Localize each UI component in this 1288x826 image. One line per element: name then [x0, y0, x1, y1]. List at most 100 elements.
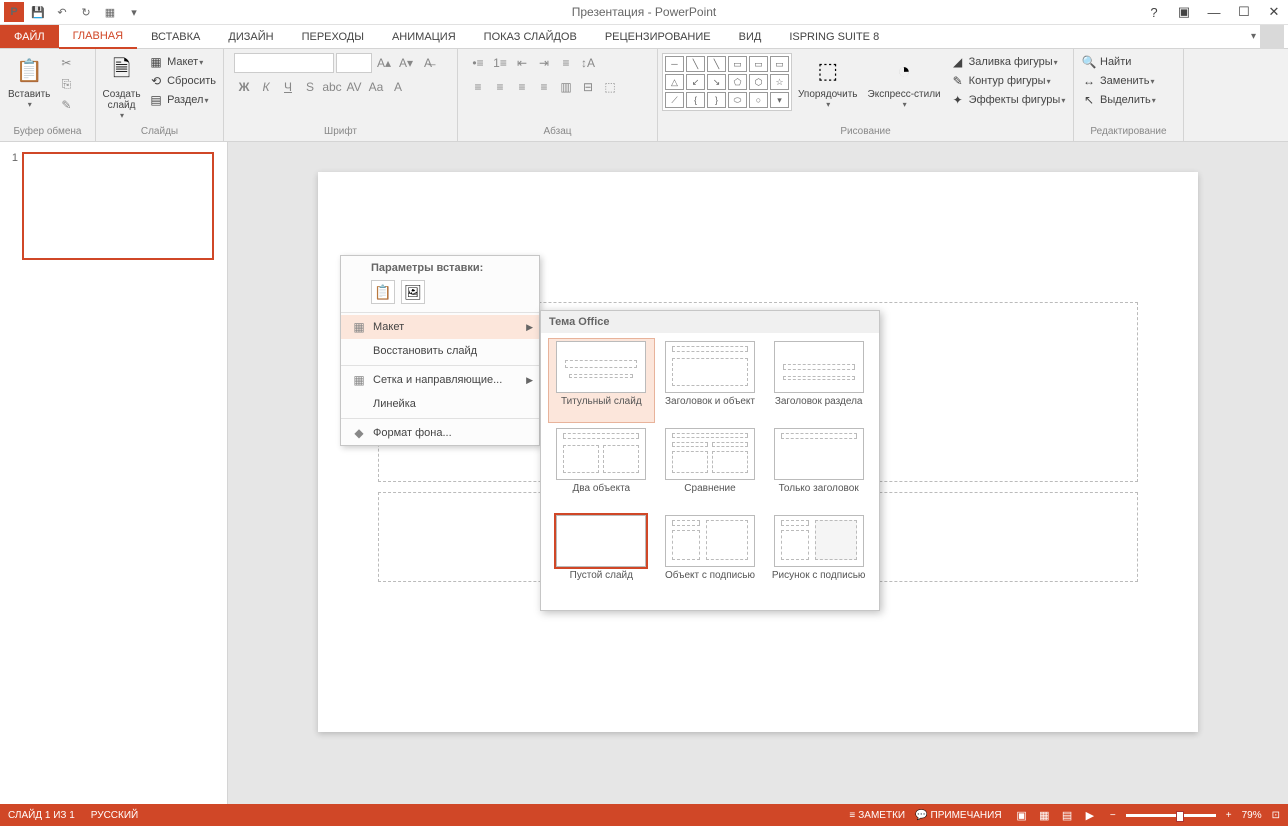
group-slides: 🗎 Создать слайд ▾ ▦Макет▾ ⟲Сбросить ▤Раз…: [96, 49, 224, 141]
flyout-theme-title: Тема Office: [541, 311, 879, 333]
cut-icon[interactable]: ✂: [56, 53, 76, 73]
arrange-button[interactable]: ⬚ Упорядочить ▾: [794, 53, 862, 111]
shadow-icon[interactable]: abc: [322, 77, 342, 97]
redo-icon[interactable]: ↻: [76, 2, 96, 22]
tab-review[interactable]: РЕЦЕНЗИРОВАНИЕ: [591, 25, 725, 48]
tab-ispring[interactable]: ISPRING SUITE 8: [775, 25, 893, 48]
decrease-indent-icon[interactable]: ⇤: [512, 53, 532, 73]
tab-design[interactable]: ДИЗАЙН: [214, 25, 287, 48]
font-family-combo[interactable]: [234, 53, 334, 73]
new-slide-button[interactable]: 🗎 Создать слайд ▾: [100, 53, 143, 122]
layout-picture-caption[interactable]: Рисунок с подписью: [766, 513, 871, 596]
layout-two-content[interactable]: Два объекта: [549, 426, 654, 509]
normal-view-icon[interactable]: ▣: [1012, 806, 1032, 824]
zoom-slider[interactable]: [1126, 814, 1216, 817]
bold-icon[interactable]: Ж: [234, 77, 254, 97]
ctx-layout[interactable]: ▦ Макет ▶: [341, 315, 539, 339]
numbering-icon[interactable]: 1≡: [490, 53, 510, 73]
layout-title-slide[interactable]: Титульный слайд: [548, 338, 655, 423]
tab-home[interactable]: ГЛАВНАЯ: [59, 25, 137, 49]
thumbnail-preview[interactable]: [22, 152, 214, 260]
undo-icon[interactable]: ↶: [52, 2, 72, 22]
thumbnail-panel[interactable]: 1: [0, 142, 228, 804]
layout-blank[interactable]: Пустой слайд: [549, 513, 654, 596]
justify-icon[interactable]: ≡: [534, 77, 554, 97]
zoom-level[interactable]: 79%: [1242, 810, 1262, 821]
quick-styles-button[interactable]: ◔ Экспресс-стили ▾: [864, 53, 945, 111]
select-button[interactable]: ↖Выделить▾: [1078, 91, 1159, 109]
decrease-font-icon[interactable]: A▾: [396, 53, 416, 73]
slide-thumbnail[interactable]: 1: [6, 152, 221, 260]
increase-indent-icon[interactable]: ⇥: [534, 53, 554, 73]
tab-animation[interactable]: АНИМАЦИЯ: [378, 25, 470, 48]
tab-transitions[interactable]: ПЕРЕХОДЫ: [288, 25, 378, 48]
ctx-grid-guides[interactable]: ▦ Сетка и направляющие... ▶: [341, 368, 539, 392]
tab-file[interactable]: ФАЙЛ: [0, 25, 59, 48]
zoom-out-icon[interactable]: −: [1110, 810, 1116, 821]
notes-button[interactable]: ≡ЗАМЕТКИ: [849, 810, 905, 821]
section-button[interactable]: ▤Раздел▾: [145, 91, 219, 109]
layout-title-only[interactable]: Только заголовок: [766, 426, 871, 509]
paste-option-picture-icon[interactable]: 🖼: [401, 280, 425, 304]
font-size-combo[interactable]: [336, 53, 372, 73]
ctx-ruler[interactable]: Линейка: [341, 392, 539, 416]
shapes-gallery[interactable]: ─╲╲▭▭▭ △↙↘⬠⬡☆ ⟋{}⬭○▾: [662, 53, 792, 111]
qat-dropdown-icon[interactable]: ▾: [124, 2, 144, 22]
shape-fill-button[interactable]: ◢Заливка фигуры▾: [947, 53, 1069, 71]
layout-section-header[interactable]: Заголовок раздела: [766, 339, 871, 422]
ctx-restore-slide[interactable]: Восстановить слайд: [341, 339, 539, 363]
increase-font-icon[interactable]: A▴: [374, 53, 394, 73]
line-spacing-icon[interactable]: ≡: [556, 53, 576, 73]
smartart-icon[interactable]: ⬚: [600, 77, 620, 97]
comments-button[interactable]: 💬ПРИМЕЧАНИЯ: [915, 810, 1001, 821]
collapse-ribbon-icon[interactable]: ▾: [1251, 31, 1256, 42]
layout-content-caption[interactable]: Объект с подписью: [658, 513, 763, 596]
user-avatar[interactable]: [1260, 25, 1284, 49]
sorter-view-icon[interactable]: ▦: [1034, 806, 1054, 824]
paste-button[interactable]: 📋 Вставить ▾: [4, 53, 54, 111]
find-button[interactable]: 🔍Найти: [1078, 53, 1159, 71]
status-language[interactable]: РУССКИЙ: [91, 810, 138, 821]
spacing-icon[interactable]: AV: [344, 77, 364, 97]
ctx-format-background[interactable]: ◆ Формат фона...: [341, 421, 539, 445]
minimize-icon[interactable]: —: [1200, 2, 1228, 22]
fit-window-icon[interactable]: ⊡: [1272, 810, 1280, 821]
layout-button[interactable]: ▦Макет▾: [145, 53, 219, 71]
bullets-icon[interactable]: •≡: [468, 53, 488, 73]
italic-icon[interactable]: К: [256, 77, 276, 97]
close-icon[interactable]: ✕: [1260, 2, 1288, 22]
layout-title-content[interactable]: Заголовок и объект: [658, 339, 763, 422]
copy-icon[interactable]: ⎘: [56, 74, 76, 94]
columns-icon[interactable]: ▥: [556, 77, 576, 97]
tab-insert[interactable]: ВСТАВКА: [137, 25, 214, 48]
underline-icon[interactable]: Ч: [278, 77, 298, 97]
layout-comparison[interactable]: Сравнение: [658, 426, 763, 509]
format-painter-icon[interactable]: ✎: [56, 95, 76, 115]
tab-view[interactable]: ВИД: [725, 25, 776, 48]
text-direction-icon[interactable]: ↕A: [578, 53, 598, 73]
slideshow-view-icon[interactable]: ▶: [1080, 806, 1100, 824]
case-icon[interactable]: Aa: [366, 77, 386, 97]
align-left-icon[interactable]: ≡: [468, 77, 488, 97]
reset-button[interactable]: ⟲Сбросить: [145, 72, 219, 90]
maximize-icon[interactable]: ☐: [1230, 2, 1258, 22]
paste-option-theme-icon[interactable]: 📋: [371, 280, 395, 304]
zoom-in-icon[interactable]: +: [1226, 810, 1232, 821]
ribbon-display-icon[interactable]: ▣: [1170, 2, 1198, 22]
reading-view-icon[interactable]: ▤: [1057, 806, 1077, 824]
align-text-icon[interactable]: ⊟: [578, 77, 598, 97]
strike-icon[interactable]: S: [300, 77, 320, 97]
replace-button[interactable]: ↔Заменить▾: [1078, 72, 1159, 90]
save-icon[interactable]: 💾: [28, 2, 48, 22]
shape-outline-button[interactable]: ✎Контур фигуры▾: [947, 72, 1069, 90]
clear-format-icon[interactable]: A̶: [418, 53, 438, 73]
slideshow-icon[interactable]: ▦: [100, 2, 120, 22]
help-icon[interactable]: ?: [1140, 2, 1168, 22]
shape-effects-button[interactable]: ✦Эффекты фигуры▾: [947, 91, 1069, 109]
font-color-icon[interactable]: A: [388, 77, 408, 97]
align-right-icon[interactable]: ≡: [512, 77, 532, 97]
status-slide-number[interactable]: СЛАЙД 1 ИЗ 1: [8, 810, 75, 821]
align-center-icon[interactable]: ≡: [490, 77, 510, 97]
tab-slideshow[interactable]: ПОКАЗ СЛАЙДОВ: [470, 25, 591, 48]
view-switcher: ▣ ▦ ▤ ▶: [1012, 806, 1100, 824]
